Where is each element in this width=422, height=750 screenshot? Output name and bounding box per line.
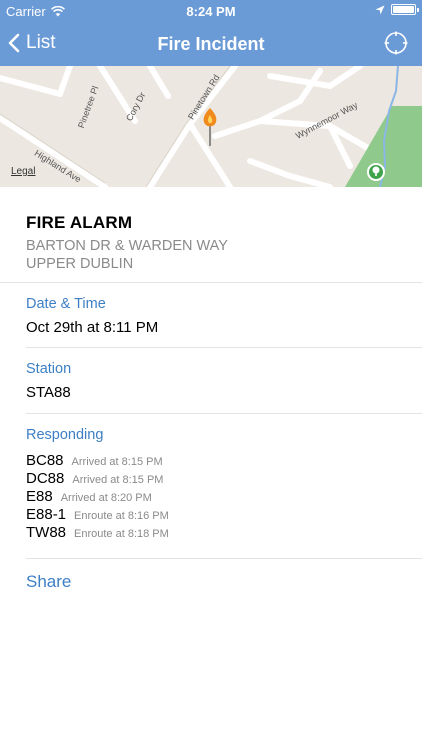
incident-address-line1: BARTON DR & WARDEN WAY — [26, 238, 228, 254]
responding-label: Responding — [26, 427, 104, 443]
status-bar: Carrier 8:24 PM — [0, 0, 422, 22]
unit-status: Arrived at 8:15 PM — [71, 456, 163, 468]
date-time-label: Date & Time — [26, 296, 106, 312]
header: Carrier 8:24 PM List Fire Incident — [0, 0, 422, 66]
location-arrow-icon — [375, 5, 385, 14]
date-time-value: Oct 29th at 8:11 PM — [26, 319, 159, 336]
responding-unit-row: E88 Arrived at 8:20 PM — [26, 488, 422, 506]
unit-status: Enroute at 8:18 PM — [74, 528, 169, 540]
page-title: Fire Incident — [157, 34, 265, 54]
battery-icon — [391, 4, 419, 15]
station-value: STA88 — [26, 384, 71, 401]
responding-unit-row: E88-1 Enroute at 8:16 PM — [26, 506, 422, 524]
unit-id: BC88 — [26, 452, 64, 469]
unit-id: E88 — [26, 488, 53, 505]
battery-tip — [417, 8, 419, 12]
incident-details: FIRE ALARM BARTON DR & WARDEN WAY UPPER … — [0, 187, 422, 559]
status-right — [375, 4, 419, 15]
map-legal-link[interactable]: Legal — [11, 166, 35, 177]
unit-status: Enroute at 8:16 PM — [74, 510, 169, 522]
incident-type: FIRE ALARM — [26, 213, 133, 232]
station-label: Station — [26, 361, 72, 377]
unit-id: TW88 — [26, 524, 67, 541]
station-section: Station STA88 — [26, 348, 422, 414]
unit-status: Arrived at 8:20 PM — [60, 492, 152, 504]
navigation-bar: List Fire Incident — [0, 22, 422, 66]
responding-unit-row: DC88 Arrived at 8:15 PM — [26, 470, 422, 488]
status-time: 8:24 PM — [186, 4, 236, 19]
responding-unit-row: TW88 Enroute at 8:18 PM — [26, 524, 422, 542]
responding-section: Responding BC88 Arrived at 8:15 PM DC88 … — [26, 414, 422, 559]
incident-address: BARTON DR & WARDEN WAY UPPER DUBLIN — [26, 237, 396, 273]
tree-icon — [367, 163, 385, 181]
incident-address-line2: UPPER DUBLIN — [26, 256, 134, 272]
responding-list: BC88 Arrived at 8:15 PM DC88 Arrived at … — [26, 452, 422, 542]
date-time-section: Date & Time Oct 29th at 8:11 PM — [26, 283, 422, 348]
unit-status: Arrived at 8:15 PM — [72, 474, 164, 486]
unit-id: E88-1 — [26, 506, 67, 523]
battery-level — [393, 6, 414, 13]
crosshair-icon[interactable] — [384, 31, 408, 55]
share-button[interactable]: Share — [26, 572, 71, 592]
responding-unit-row: BC88 Arrived at 8:15 PM — [26, 452, 422, 470]
incident-summary: FIRE ALARM BARTON DR & WARDEN WAY UPPER … — [0, 187, 422, 283]
unit-id: DC88 — [26, 470, 65, 487]
incident-map[interactable]: Pinetown Rd Pinetree Pl Cory Dr Wynnemoo… — [0, 66, 422, 187]
